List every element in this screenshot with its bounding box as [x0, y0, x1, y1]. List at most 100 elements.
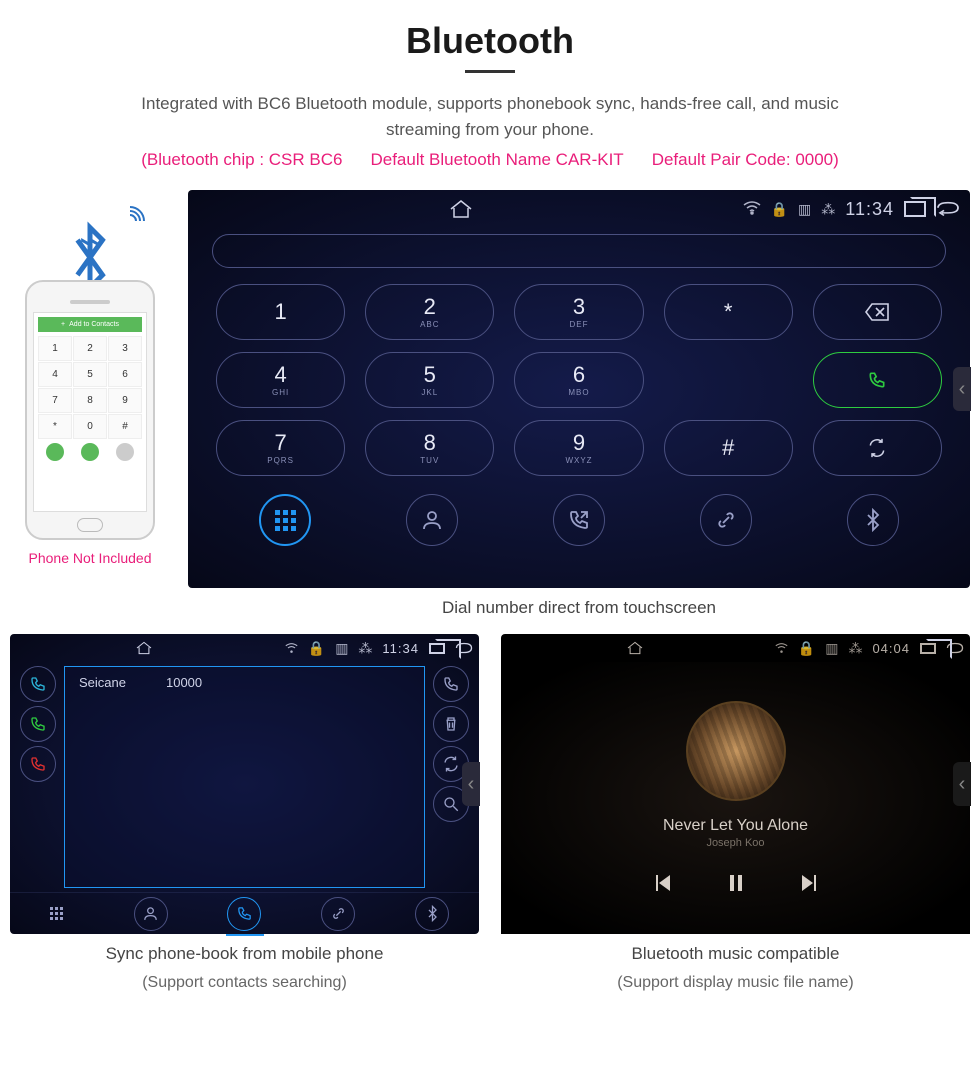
- sd-icon: ▥: [825, 640, 838, 657]
- bt-status-icon: ⁂: [821, 201, 835, 218]
- side-drawer-handle[interactable]: [462, 762, 480, 806]
- keypad-key-2[interactable]: 2ABC: [365, 284, 494, 340]
- spec-bt-name: Default Bluetooth Name CAR-KIT: [370, 150, 623, 170]
- phonebook-screen: 🔒 ▥ ⁂ 11:34 Seicane 10000: [10, 634, 479, 934]
- delete-contact-button[interactable]: [433, 706, 469, 742]
- title-underline: [465, 70, 515, 73]
- phone-key: 5: [73, 362, 107, 387]
- phonebook-caption-1: Sync phone-book from mobile phone: [10, 944, 479, 964]
- home-icon[interactable]: [134, 641, 154, 655]
- call-type-filter-0[interactable]: [20, 666, 56, 702]
- home-icon[interactable]: [447, 199, 475, 219]
- phone-key: 2: [73, 336, 107, 361]
- dialer-screen: 🔒 ▥ ⁂ 11:34 1 2ABC 3DEF * 4GHI 5JKL 6MBO 7PQRS 8…: [188, 190, 970, 588]
- phone-caption: Phone Not Included: [10, 550, 170, 566]
- sd-icon: ▥: [798, 201, 811, 218]
- keypad-key-8[interactable]: 8TUV: [365, 420, 494, 476]
- home-icon[interactable]: [625, 641, 645, 655]
- status-time: 11:34: [382, 641, 419, 656]
- phone-key: 7: [38, 388, 72, 413]
- phone-column: ⌁ +Add to Contacts 123456789*0# Phone No…: [10, 190, 170, 566]
- keypad-key-1[interactable]: 1: [216, 284, 345, 340]
- phonebook-caption-2: (Support contacts searching): [10, 974, 479, 992]
- music-caption-1: Bluetooth music compatible: [501, 944, 970, 964]
- track-artist: Joseph Koo: [706, 837, 764, 849]
- phone-key: 0: [73, 414, 107, 439]
- nav-dialpad-button[interactable]: [40, 897, 74, 931]
- next-track-button[interactable]: [798, 871, 822, 895]
- backspace-icon: [116, 443, 134, 461]
- page-title: Bluetooth: [10, 20, 970, 62]
- phone-key: 6: [108, 362, 142, 387]
- status-time: 04:04: [872, 641, 910, 656]
- dialer-caption: Dial number direct from touchscreen: [188, 598, 970, 618]
- recent-apps-icon[interactable]: [429, 643, 445, 654]
- swap-button[interactable]: [813, 420, 942, 476]
- phone-key: 3: [108, 336, 142, 361]
- keypad-key-5[interactable]: 5JKL: [365, 352, 494, 408]
- status-time: 11:34: [845, 199, 894, 220]
- keypad-key-4[interactable]: 4GHI: [216, 352, 345, 408]
- keypad-key-3[interactable]: 3DEF: [514, 284, 643, 340]
- phone-device: +Add to Contacts 123456789*0#: [25, 280, 155, 540]
- side-drawer-handle[interactable]: [953, 762, 971, 806]
- call-type-filter-1[interactable]: [20, 706, 56, 742]
- phone-key: *: [38, 414, 72, 439]
- lock-icon: 🔒: [308, 640, 325, 657]
- contact-row[interactable]: Seicane 10000: [65, 667, 424, 698]
- album-art: [686, 701, 786, 801]
- keypad-key-*[interactable]: *: [664, 284, 793, 340]
- play-pause-button[interactable]: [724, 871, 748, 895]
- call-type-filter-2[interactable]: [20, 746, 56, 782]
- wifi-icon: [775, 640, 788, 656]
- bt-status-icon: ⁂: [358, 640, 372, 657]
- dial-input[interactable]: [212, 234, 946, 268]
- bt-status-icon: ⁂: [848, 640, 862, 657]
- header-section: Bluetooth Integrated with BC6 Bluetooth …: [10, 20, 970, 170]
- phonebook-nav: [10, 892, 479, 934]
- phone-key: #: [108, 414, 142, 439]
- recent-apps-icon[interactable]: [920, 643, 936, 654]
- dial-contact-button[interactable]: [433, 666, 469, 702]
- prev-track-button[interactable]: [650, 871, 674, 895]
- nav-calllog-button[interactable]: [553, 494, 605, 546]
- phone-key: 4: [38, 362, 72, 387]
- contact-number: 10000: [166, 675, 202, 690]
- nav-bluetooth-button[interactable]: [415, 897, 449, 931]
- status-bar: 🔒 ▥ ⁂ 04:04: [501, 634, 970, 662]
- nav-dialpad-button[interactable]: [259, 494, 311, 546]
- spec-line: (Bluetooth chip : CSR BC6 Default Blueto…: [10, 150, 970, 170]
- recent-apps-icon[interactable]: [904, 201, 926, 217]
- nav-bluetooth-button[interactable]: [847, 494, 899, 546]
- phone-key: 8: [73, 388, 107, 413]
- nav-pair-button[interactable]: [700, 494, 752, 546]
- nav-contacts-button[interactable]: [406, 494, 458, 546]
- back-icon[interactable]: [936, 201, 960, 217]
- phone-key: 1: [38, 336, 72, 361]
- keypad-key-6[interactable]: 6MBO: [514, 352, 643, 408]
- nav-contacts-button[interactable]: [134, 897, 168, 931]
- keypad-key-9[interactable]: 9WXYZ: [514, 420, 643, 476]
- lock-icon: 🔒: [798, 640, 815, 657]
- video-call-icon: [46, 443, 64, 461]
- nav-pair-button[interactable]: [321, 897, 355, 931]
- side-drawer-handle[interactable]: [953, 367, 971, 411]
- keypad-key-7[interactable]: 7PQRS: [216, 420, 345, 476]
- phone-add-contact-label: Add to Contacts: [69, 321, 119, 328]
- contact-name: Seicane: [79, 675, 126, 690]
- music-caption-2: (Support display music file name): [501, 974, 970, 992]
- nav-calllog-button[interactable]: [227, 897, 261, 931]
- contact-list[interactable]: Seicane 10000: [64, 666, 425, 888]
- spec-pair-code: Default Pair Code: 0000): [652, 150, 839, 170]
- call-button[interactable]: [813, 352, 942, 408]
- music-screen: 🔒 ▥ ⁂ 04:04 Never Let You Alone Joseph K…: [501, 634, 970, 934]
- wifi-icon: [285, 640, 298, 656]
- phone-key: 9: [108, 388, 142, 413]
- backspace-button[interactable]: [813, 284, 942, 340]
- call-icon: [81, 443, 99, 461]
- keypad-spacer: [664, 352, 793, 408]
- status-bar: 🔒 ▥ ⁂ 11:34: [188, 190, 970, 228]
- keypad-key-#[interactable]: #: [664, 420, 793, 476]
- sd-icon: ▥: [335, 640, 348, 657]
- page-description: Integrated with BC6 Bluetooth module, su…: [110, 91, 870, 142]
